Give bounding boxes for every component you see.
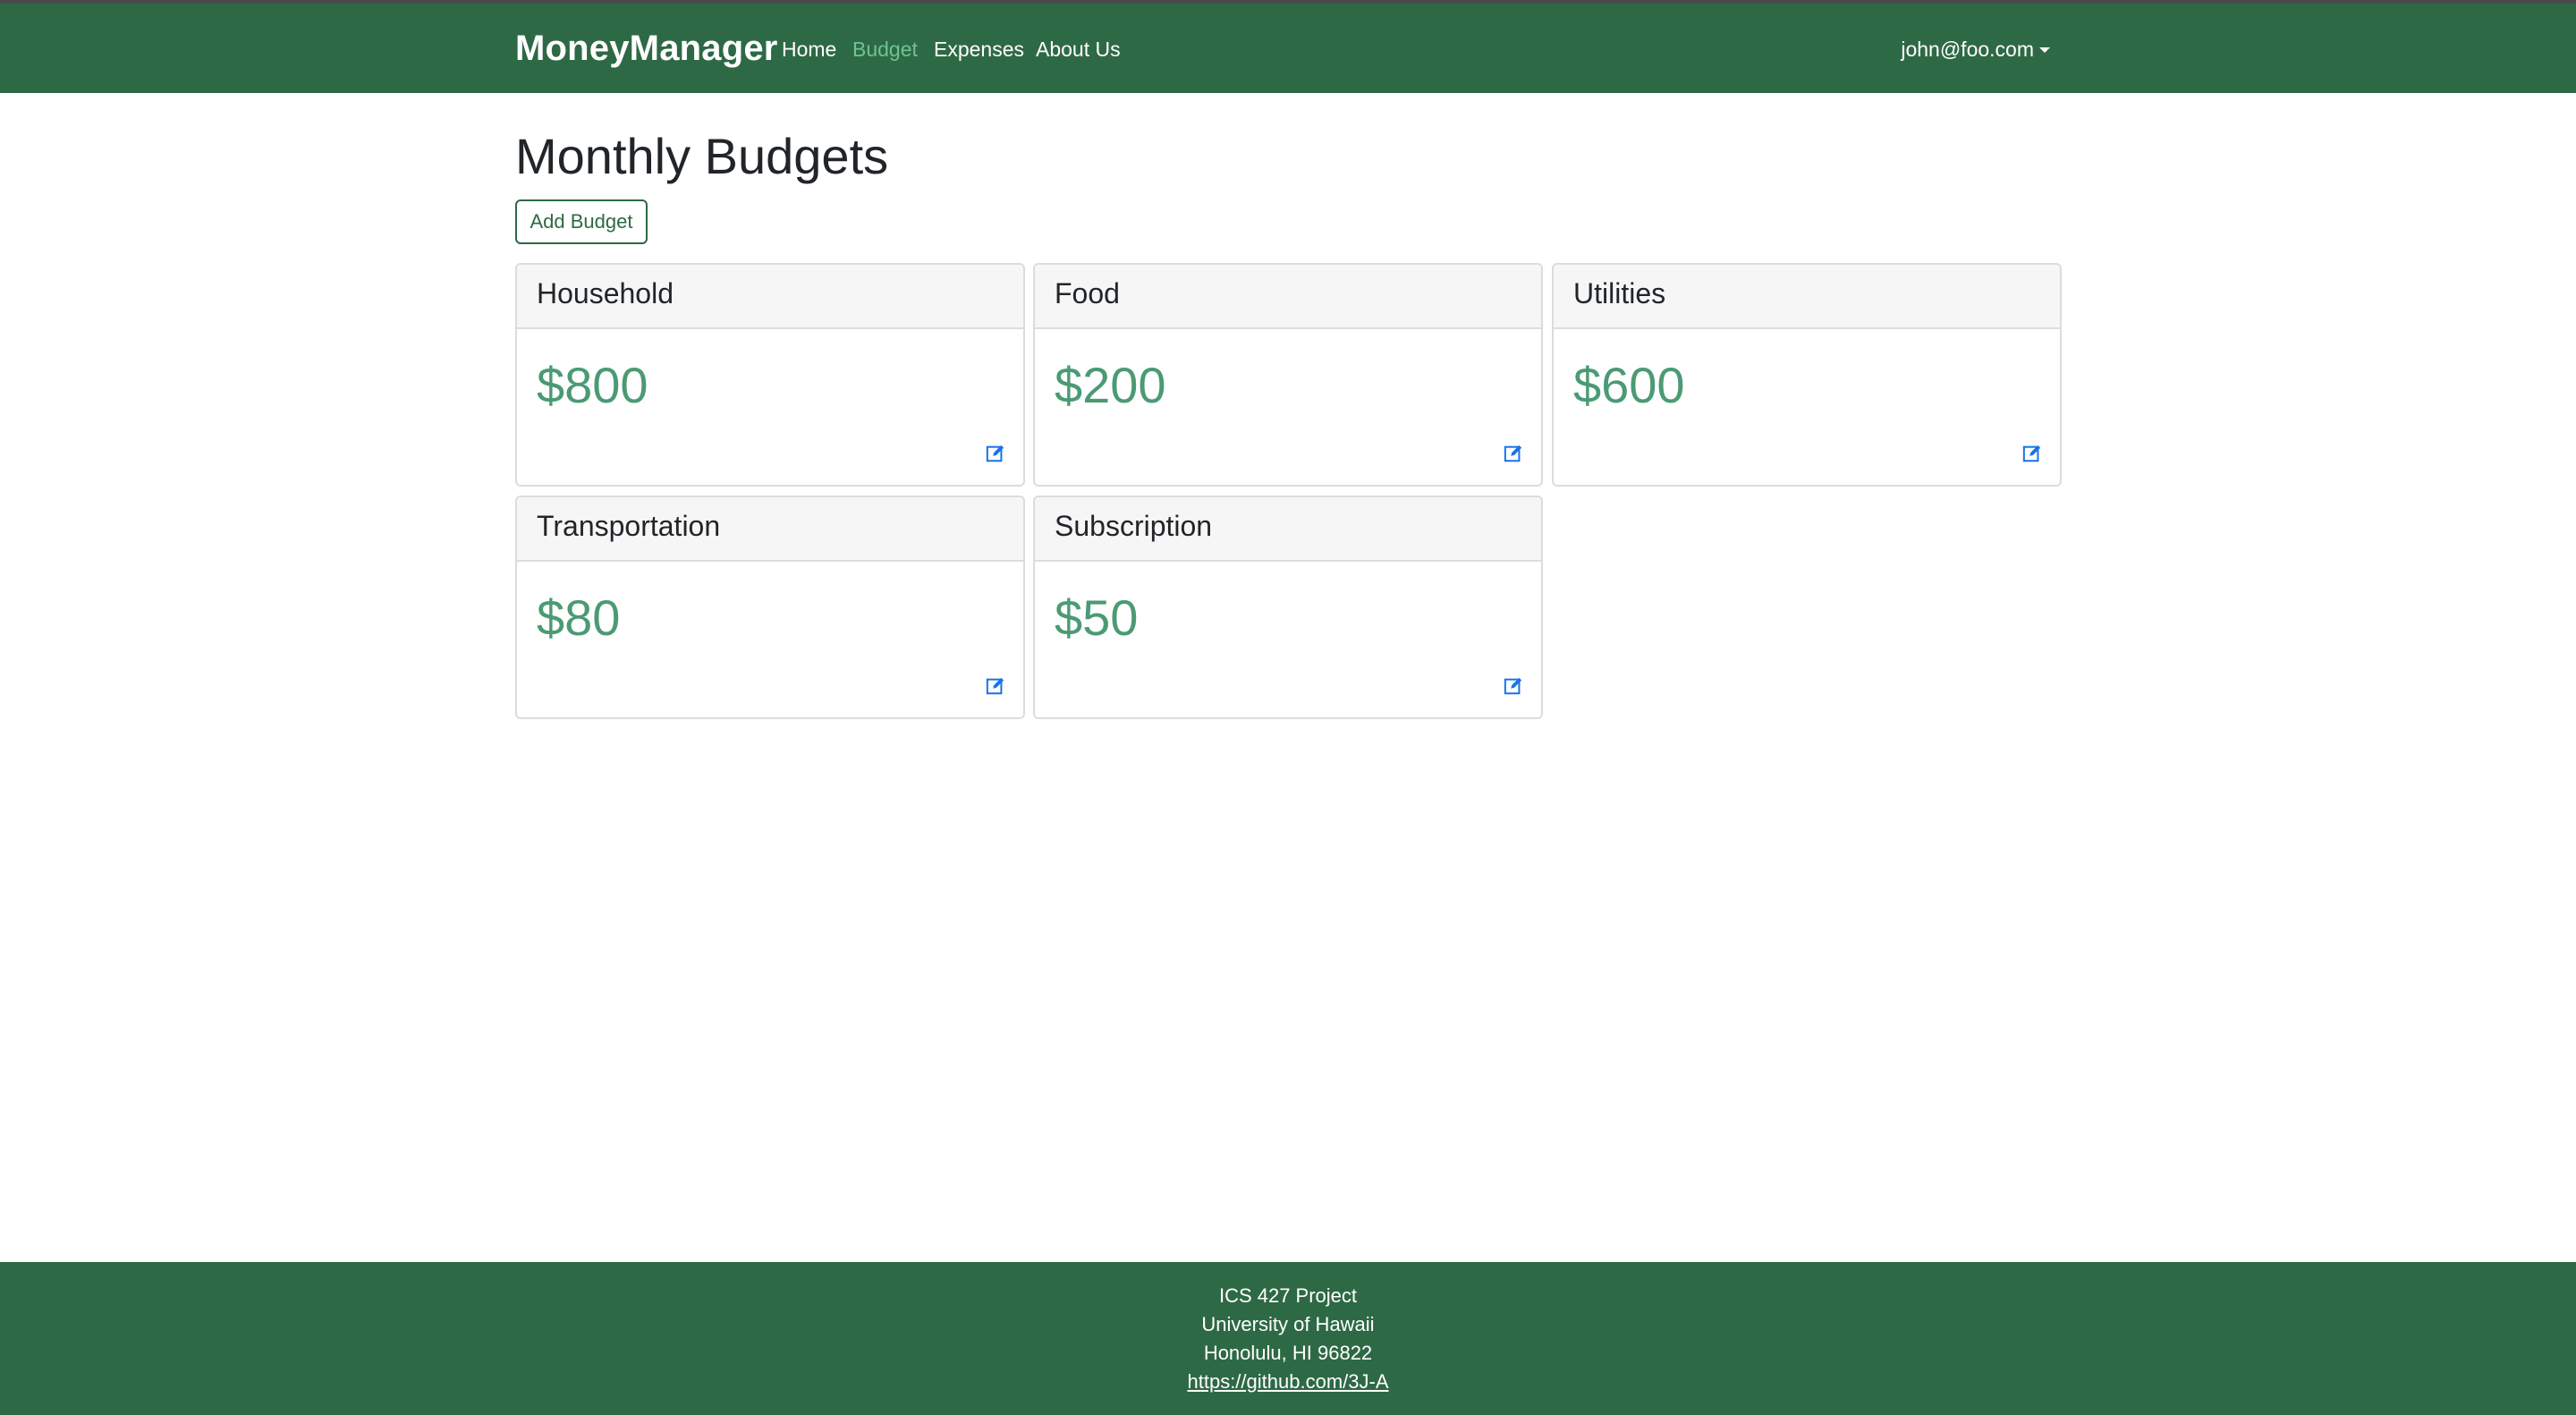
- caret-down-icon: [2039, 47, 2050, 53]
- budget-card: Food $200: [1033, 263, 1543, 487]
- edit-icon[interactable]: [986, 444, 1005, 463]
- footer-address: Honolulu, HI 96822: [1203, 1342, 1373, 1364]
- nav-item-budget[interactable]: Budget: [852, 38, 918, 62]
- budget-card: Subscription $50: [1033, 496, 1543, 719]
- navbar: MoneyManager Home Budget Expenses About …: [0, 4, 2576, 93]
- budget-card-amount: $200: [1055, 357, 1166, 413]
- budget-card: Household $800: [515, 263, 1025, 487]
- edit-icon[interactable]: [2022, 444, 2042, 463]
- edit-icon[interactable]: [1504, 676, 1523, 696]
- user-dropdown[interactable]: john@foo.com: [1901, 38, 2050, 62]
- page-title: Monthly Budgets: [515, 128, 889, 184]
- budget-card-amount: $800: [537, 357, 648, 413]
- budget-card-title: Subscription: [1035, 497, 1541, 562]
- nav-item-about-us[interactable]: About Us: [1036, 38, 1121, 62]
- user-email: john@foo.com: [1901, 38, 2034, 61]
- footer: ICS 427 Project University of Hawaii Hon…: [0, 1262, 2576, 1415]
- budget-card-amount: $80: [537, 589, 621, 646]
- github-link[interactable]: https://github.com/3J-A: [1188, 1370, 1389, 1393]
- brand-logo[interactable]: MoneyManager: [515, 29, 778, 69]
- footer-link-row: https://github.com/3J-A: [0, 1370, 2576, 1394]
- nav-item-home[interactable]: Home: [782, 38, 836, 62]
- budget-card-amount: $600: [1573, 357, 1685, 413]
- budget-card-title: Transportation: [517, 497, 1023, 562]
- edit-icon[interactable]: [1504, 444, 1523, 463]
- budget-card: Utilities $600: [1552, 263, 2062, 487]
- footer-project-name: ICS 427 Project: [1218, 1284, 1358, 1307]
- budget-card-title: Utilities: [1554, 265, 2060, 329]
- budget-card: Transportation $80: [515, 496, 1025, 719]
- nav-item-expenses[interactable]: Expenses: [934, 38, 1024, 62]
- footer-university: University of Hawaii: [1201, 1313, 1375, 1335]
- budget-card-title: Household: [517, 265, 1023, 329]
- add-budget-button[interactable]: Add Budget: [515, 199, 648, 244]
- edit-icon[interactable]: [986, 676, 1005, 696]
- budget-card-title: Food: [1035, 265, 1541, 329]
- budget-card-amount: $50: [1055, 589, 1139, 646]
